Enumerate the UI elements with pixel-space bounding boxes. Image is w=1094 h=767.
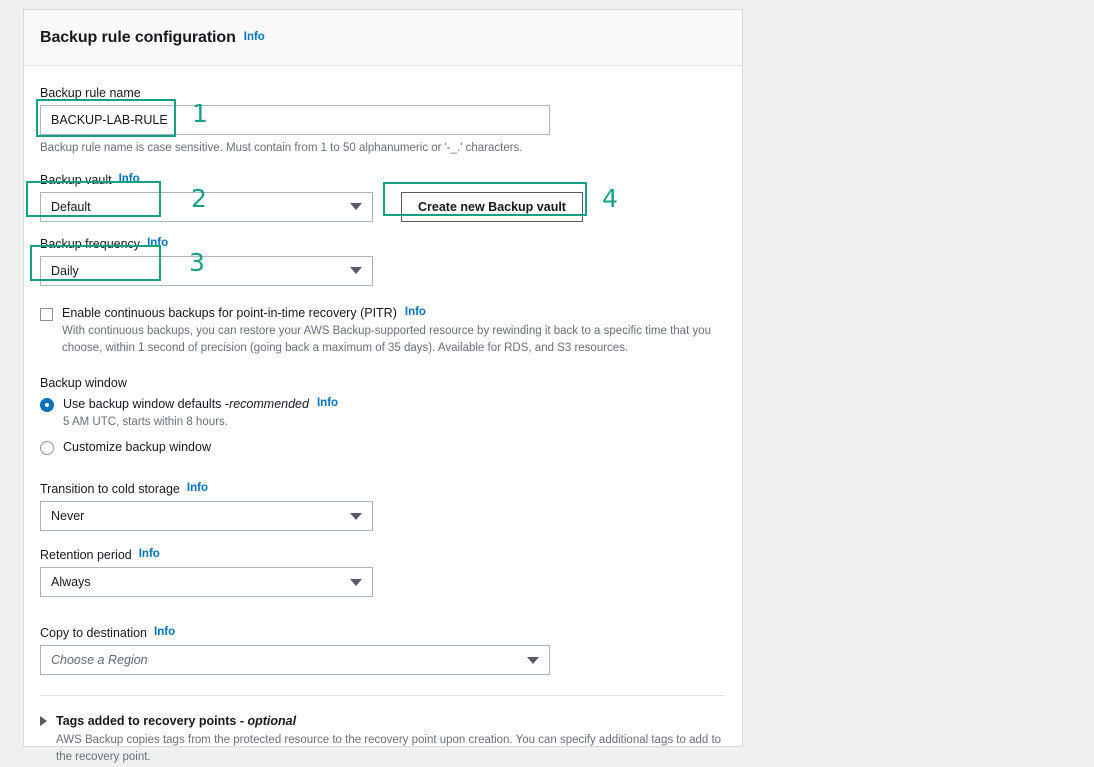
backup-rule-name-label: Backup rule name [40, 86, 726, 100]
pitr-row: Enable continuous backups for point-in-t… [40, 306, 726, 358]
chevron-down-icon [350, 203, 362, 211]
backup-window-label: Backup window [40, 376, 127, 391]
backup-frequency-select[interactable]: Daily [40, 255, 373, 286]
backup-frequency-label-text: Backup frequency [40, 236, 141, 251]
tags-title-text: Tags added to recovery points - [56, 714, 248, 729]
backup-vault-label: Backup vault Info [40, 173, 726, 187]
copy-destination-label: Copy to destination Info [40, 626, 726, 640]
card-body: Backup rule name BACKUP-LAB-RULE Backup … [24, 66, 742, 697]
tags-section: Tags added to recovery points - optional… [24, 696, 742, 767]
backup-rule-name-row: BACKUP-LAB-RULE [40, 105, 726, 135]
create-new-backup-vault-button[interactable]: Create new Backup vault [401, 191, 583, 222]
backup-window-custom-option[interactable]: Customize backup window [40, 440, 726, 456]
cold-storage-select[interactable]: Never [40, 501, 373, 532]
backup-window-custom-radio[interactable] [40, 441, 54, 456]
backup-rule-name-input[interactable]: BACKUP-LAB-RULE [40, 105, 550, 135]
retention-value: Always [51, 575, 91, 590]
cold-storage-value: Never [51, 509, 85, 524]
retention-info-link[interactable]: Info [139, 548, 160, 560]
backup-frequency-value: Daily [51, 263, 79, 278]
backup-frequency-info-link[interactable]: Info [147, 237, 168, 249]
tags-divider [40, 695, 726, 697]
panel-info-link[interactable]: Info [244, 31, 265, 43]
annotation-number-2: 2 [191, 184, 207, 213]
backup-vault-value: Default [51, 199, 91, 214]
backup-window-default-sub: 5 AM UTC, starts within 8 hours. [63, 416, 228, 429]
backup-rule-name-value: BACKUP-LAB-RULE [51, 113, 168, 127]
cold-storage-label-text: Transition to cold storage [40, 482, 180, 497]
retention-label-text: Retention period [40, 548, 132, 563]
backup-vault-info-link[interactable]: Info [119, 173, 140, 185]
annotation-number-4: 4 [602, 184, 618, 213]
pitr-checkbox[interactable] [40, 307, 53, 321]
chevron-down-icon [350, 578, 362, 586]
page-title: Backup rule configuration [40, 28, 236, 46]
backup-window-default-emphasis: recommended [229, 397, 309, 412]
backup-window-info-link[interactable]: Info [317, 397, 338, 409]
chevron-down-icon [350, 512, 362, 520]
annotation-number-3: 3 [189, 248, 205, 277]
annotation-number-1: 1 [192, 99, 208, 128]
pitr-label: Enable continuous backups for point-in-t… [62, 306, 726, 320]
pitr-label-text: Enable continuous backups for point-in-t… [62, 305, 397, 320]
chevron-down-icon [350, 267, 362, 275]
backup-window-default-radio[interactable] [40, 398, 54, 413]
retention-select[interactable]: Always [40, 567, 373, 598]
backup-window-default-text: Use backup window defaults - [63, 397, 230, 412]
tags-description: AWS Backup copies tags from the protecte… [56, 734, 722, 764]
retention-label: Retention period Info [40, 548, 726, 562]
backup-vault-label-text: Backup vault [40, 172, 112, 187]
tags-title-emphasis: optional [247, 714, 297, 729]
backup-rule-name-helper: Backup rule name is case sensitive. Must… [40, 142, 523, 154]
copy-destination-select[interactable]: Choose a Region [40, 645, 550, 676]
backup-rule-configuration-card: Backup rule configuration Info Backup ru… [23, 9, 743, 763]
tags-expander[interactable]: Tags added to recovery points - optional [40, 714, 726, 728]
cold-storage-label: Transition to cold storage Info [40, 482, 726, 496]
pitr-info-link[interactable]: Info [405, 306, 426, 318]
copy-destination-info-link[interactable]: Info [154, 626, 175, 638]
backup-vault-row: Default Create new Backup vault [40, 191, 726, 222]
card-header: Backup rule configuration Info [24, 10, 742, 66]
backup-window-default-option[interactable]: Use backup window defaults - recommended… [40, 397, 726, 413]
copy-destination-placeholder: Choose a Region [51, 653, 148, 668]
tags-title: Tags added to recovery points - optional [56, 714, 296, 728]
chevron-right-icon [40, 716, 47, 727]
backup-window-default-label: Use backup window defaults - recommended… [63, 397, 338, 411]
cold-storage-info-link[interactable]: Info [187, 482, 208, 494]
pitr-description: With continuous backups, you can restore… [62, 324, 712, 354]
copy-destination-label-text: Copy to destination [40, 626, 148, 641]
backup-window-custom-label: Customize backup window [63, 440, 211, 455]
chevron-down-icon [527, 656, 539, 664]
backup-rule-name-label-text: Backup rule name [40, 86, 141, 100]
backup-frequency-label: Backup frequency Info [40, 237, 726, 251]
